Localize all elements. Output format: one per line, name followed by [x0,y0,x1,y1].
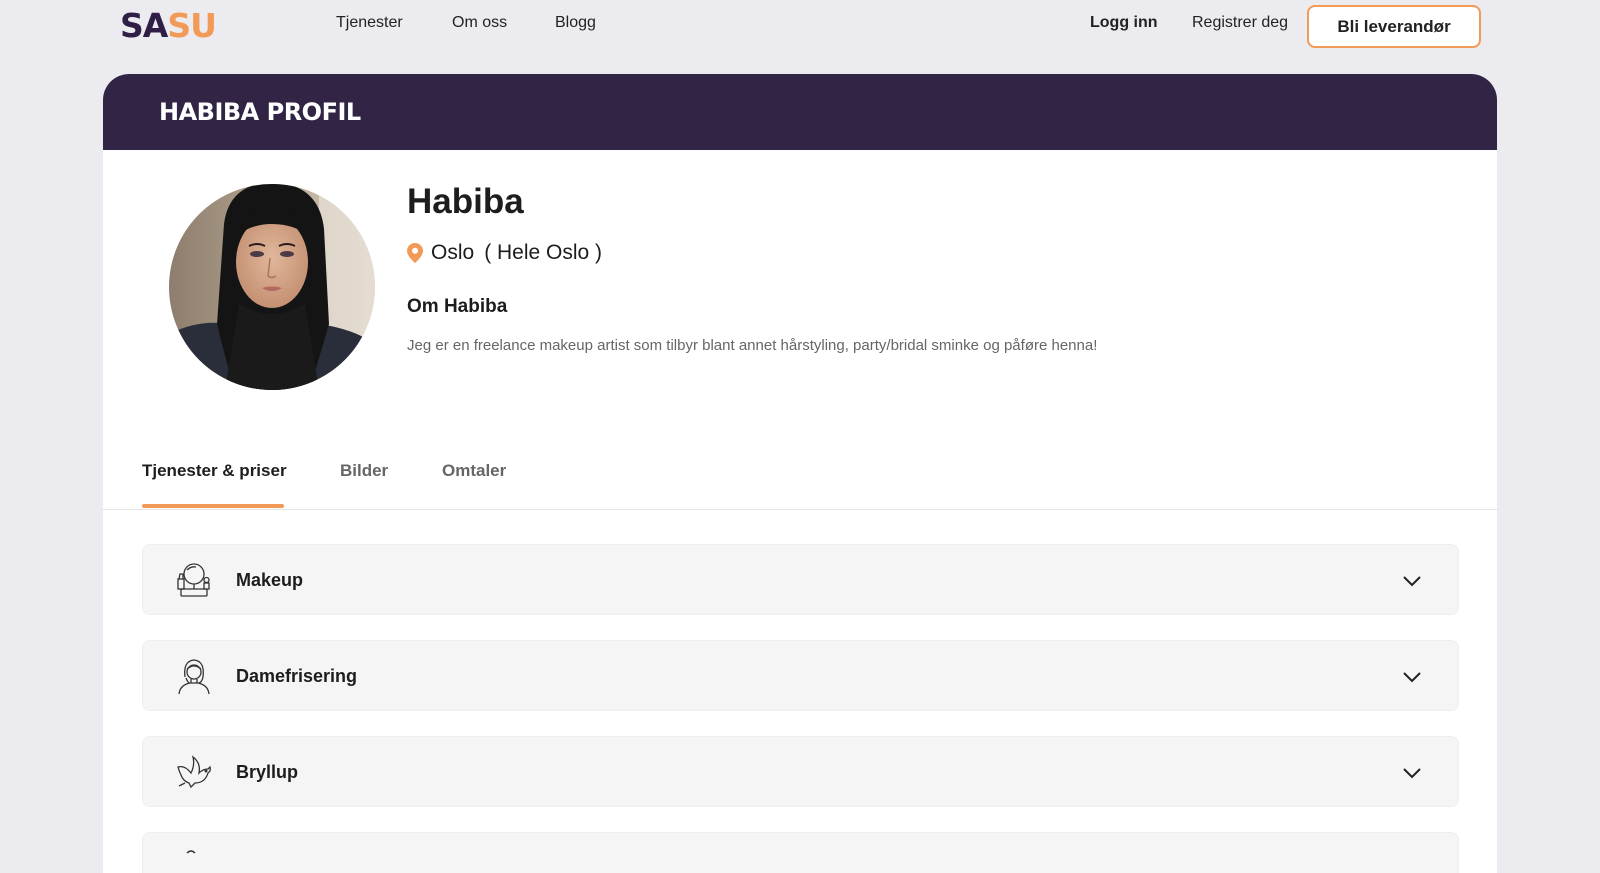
service-label: Bryllup [236,762,299,782]
avatar-photo [169,184,375,390]
nav-link-om-oss[interactable]: Om oss [452,13,507,33]
tab-services-prices[interactable]: Tjenester & priser [142,460,287,482]
avatar [169,184,375,390]
register-link[interactable]: Registrer deg [1192,13,1288,33]
about-text: Jeg er en freelance makeup artist som ti… [407,337,1098,354]
service-item-bryllup[interactable]: Bryllup [142,736,1459,807]
nav-link-blogg[interactable]: Blogg [555,13,596,33]
about-title: Om Habiba [407,296,508,317]
service-label: Makeup [236,570,304,590]
service-item-partial[interactable] [142,832,1459,873]
become-supplier-button[interactable]: Bli leverandør [1307,5,1481,48]
sasu-logo[interactable]: SASU [120,6,217,46]
logo-text-su: SU [167,6,217,45]
tab-images[interactable]: Bilder [340,460,388,482]
chevron-down-icon[interactable] [1402,667,1422,687]
tab-reviews[interactable]: Omtaler [442,460,506,482]
dove-icon [177,755,211,789]
location-pin-icon [407,243,423,263]
profile-name: Habiba [407,182,524,221]
service-item-damefrisering[interactable]: Damefrisering [142,640,1459,711]
login-link[interactable]: Logg inn [1090,13,1158,33]
location-city: Oslo [431,241,475,264]
chevron-down-icon[interactable] [1402,763,1422,783]
chevron-down-icon[interactable] [1402,571,1422,591]
profile-header: HABIBA PROFIL [103,74,1497,150]
location: Oslo ( Hele Oslo ) [407,240,602,266]
location-area: ( Hele Oslo ) [484,241,603,264]
partial-icon [186,850,196,854]
profile-card: HABIBA PROFIL Habiba Oslo (Hele Oslo) … [103,74,1497,873]
woman-hair-icon [178,659,210,695]
service-item-makeup[interactable]: Makeup [142,544,1459,615]
service-label: Damefrisering [236,666,358,686]
makeup-icon [177,563,210,597]
logo-text-sa: SA [120,6,168,45]
top-navigation: SASU Tjenester Om oss Blogg Logg inn Reg… [0,0,1600,72]
active-tab-indicator [142,504,284,508]
profile-tabs [103,444,1497,510]
nav-link-tjenester[interactable]: Tjenester [336,13,403,33]
